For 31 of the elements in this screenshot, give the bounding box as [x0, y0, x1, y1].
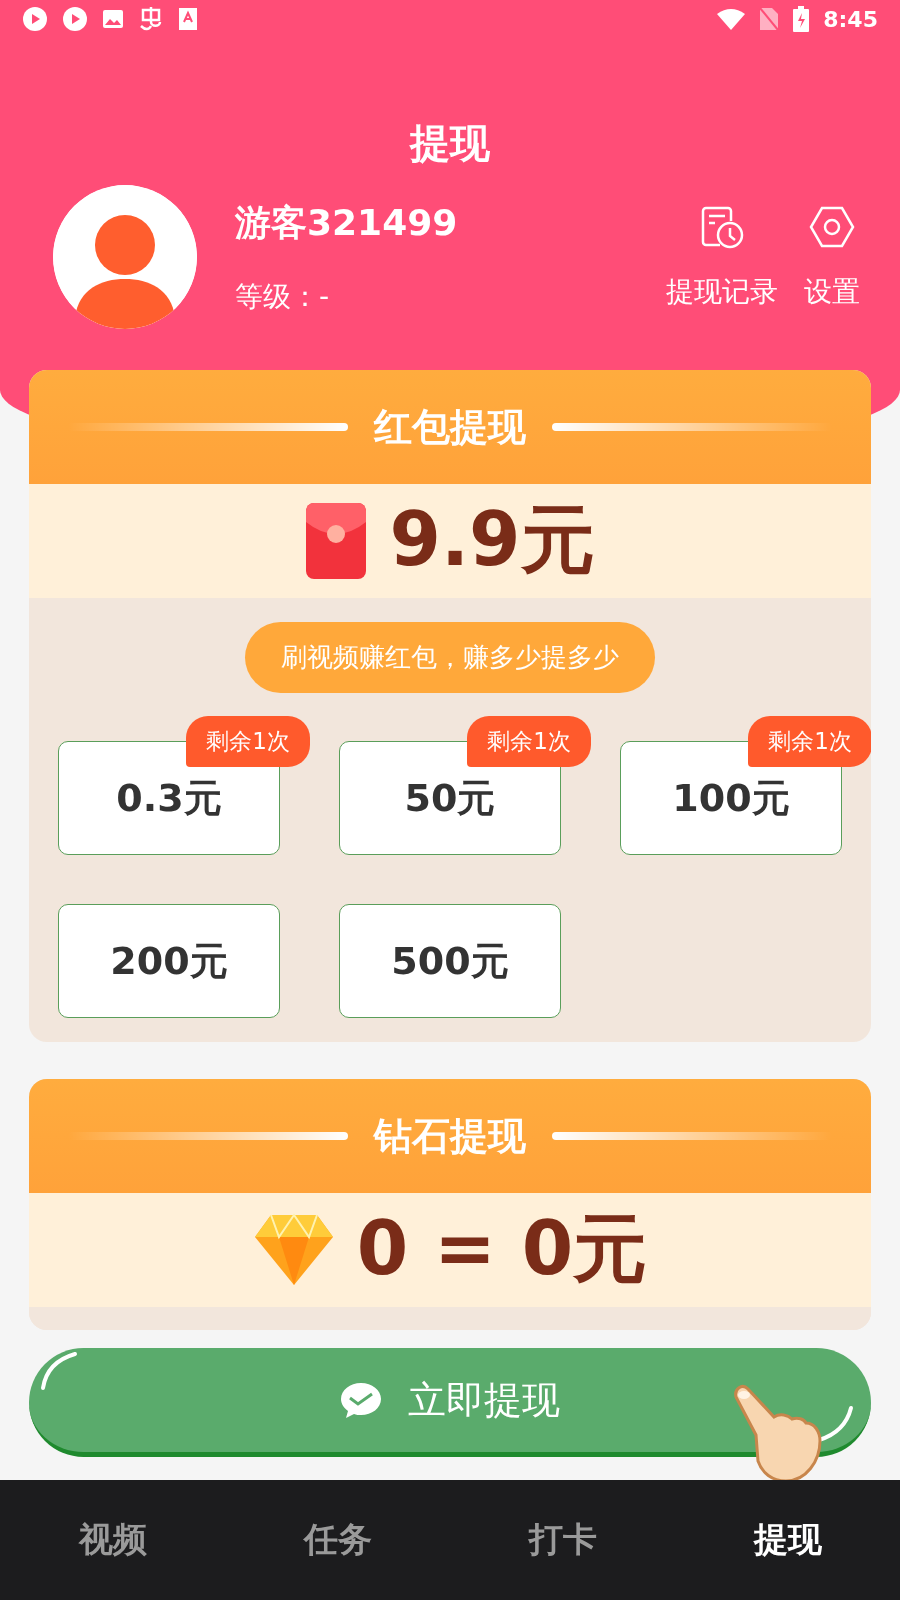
no-sim-icon [759, 7, 780, 31]
remaining-badge: 剩余1次 [748, 716, 871, 767]
avatar-icon [53, 185, 197, 329]
card-title: 红包提现 [374, 403, 526, 451]
image-icon [102, 8, 124, 30]
envelope-icon [305, 502, 368, 580]
bug-icon [138, 6, 164, 32]
app-icon [62, 6, 88, 32]
status-time: 8:45 [823, 6, 878, 32]
battery-icon [793, 6, 810, 32]
nav-tab[interactable]: 提现 [675, 1480, 900, 1600]
nav-tab[interactable]: 任务 [225, 1480, 450, 1600]
page-title: 提现 [408, 119, 491, 168]
app-icon [22, 6, 48, 32]
amount-option[interactable]: 200元 [58, 904, 280, 1018]
wifi-icon [717, 8, 746, 30]
chat-icon [340, 1381, 382, 1419]
balance-amount: 0 = 0元 [356, 1204, 648, 1293]
slogan-banner: 刷视频赚红包，赚多少提多少 [245, 622, 655, 693]
diamond-icon [252, 1213, 335, 1287]
card-title: 钻石提现 [374, 1112, 526, 1160]
balance-amount: 9.9元 [389, 495, 595, 584]
text-icon [178, 7, 198, 31]
user-level: 等级：- [235, 278, 331, 315]
nav-tab[interactable]: 打卡 [450, 1480, 675, 1600]
highlight-arc [41, 1352, 77, 1390]
remaining-badge: 剩余1次 [467, 716, 591, 767]
user-name: 游客321499 [235, 200, 459, 245]
amount-option[interactable]: 500元 [339, 904, 561, 1018]
remaining-badge: 剩余1次 [186, 716, 310, 767]
nav-tab[interactable]: 视频 [0, 1480, 225, 1600]
